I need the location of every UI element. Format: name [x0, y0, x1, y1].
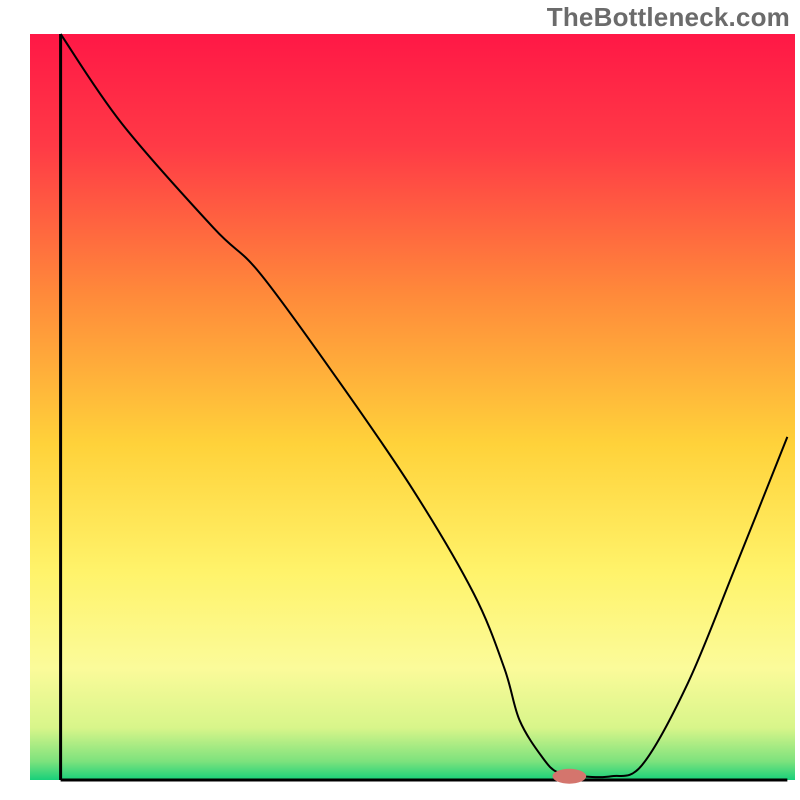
chart-frame: TheBottleneck.com — [0, 0, 800, 800]
chart-canvas — [0, 0, 800, 800]
plot-background — [30, 34, 795, 780]
current-config-marker — [552, 769, 586, 784]
